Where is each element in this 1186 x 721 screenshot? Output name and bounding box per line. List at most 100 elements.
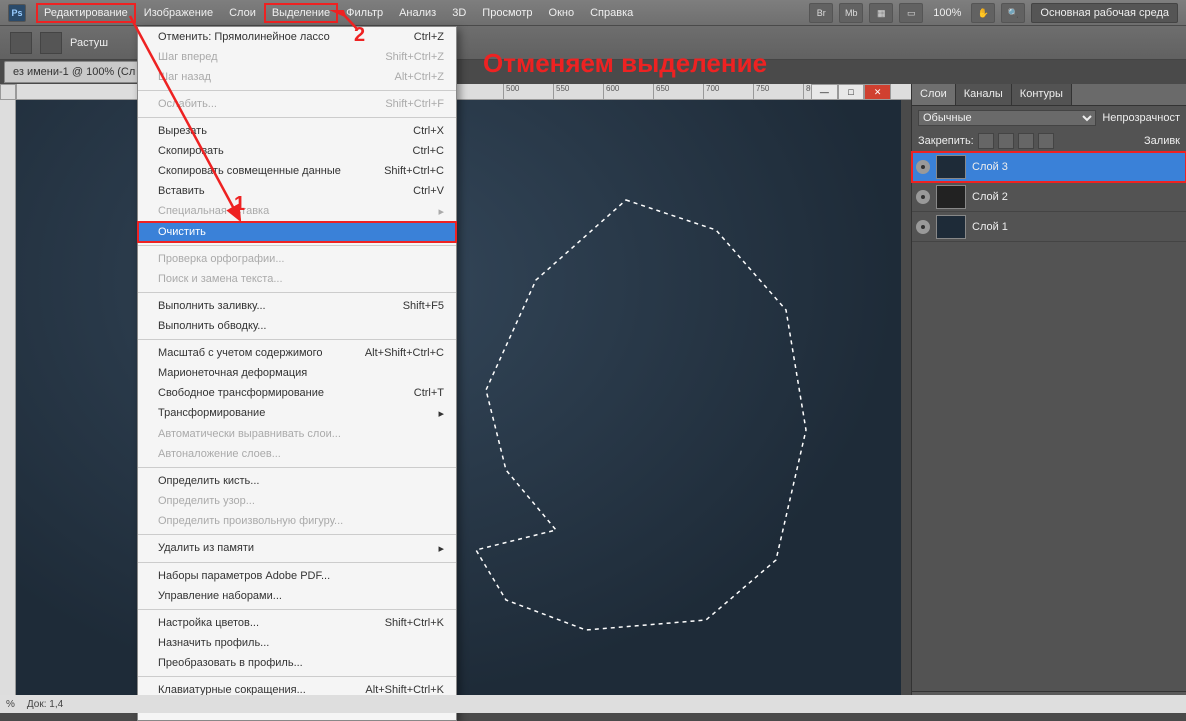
document-tab[interactable]: ез имени-1 @ 100% (Сл bbox=[4, 61, 144, 83]
menu-edit[interactable]: Редактирование bbox=[36, 3, 136, 23]
screenmode-button[interactable]: ▭ bbox=[899, 3, 923, 23]
maximize-button[interactable]: □ bbox=[838, 84, 865, 100]
top-icons: Br Mb ▦ ▭ 100% ✋ 🔍 Основная рабочая сред… bbox=[809, 3, 1178, 23]
bridge-button[interactable]: Br bbox=[809, 3, 833, 23]
menu-item: Определить узор... bbox=[138, 491, 456, 511]
close-button[interactable]: ✕ bbox=[864, 84, 891, 100]
menu-item[interactable]: Определить кисть... bbox=[138, 471, 456, 491]
zoom-icon[interactable]: 🔍 bbox=[1001, 3, 1025, 23]
menu-item[interactable]: Назначить профиль... bbox=[138, 633, 456, 653]
lock-pixels-icon[interactable] bbox=[978, 133, 994, 149]
status-zoom: % bbox=[6, 699, 15, 710]
menu-item[interactable]: Преобразовать в профиль... bbox=[138, 653, 456, 673]
lock-paint-icon[interactable] bbox=[998, 133, 1014, 149]
menu-item[interactable]: Выполнить обводку... bbox=[138, 316, 456, 336]
selection-mode-icon[interactable] bbox=[40, 32, 62, 54]
layer-name: Слой 3 bbox=[972, 161, 1008, 173]
menu-item: Специальная вставка▸ bbox=[138, 201, 456, 222]
menu-3d[interactable]: 3D bbox=[444, 3, 474, 23]
menu-item: Поиск и замена текста... bbox=[138, 269, 456, 289]
tab-paths[interactable]: Контуры bbox=[1012, 84, 1072, 105]
lock-all-icon[interactable] bbox=[1038, 133, 1054, 149]
layer-thumb bbox=[936, 185, 966, 209]
lock-position-icon[interactable] bbox=[1018, 133, 1034, 149]
layer-row[interactable]: Слой 3 bbox=[912, 152, 1186, 182]
ruler-mark: 750 bbox=[753, 84, 803, 99]
ruler-mark: 600 bbox=[603, 84, 653, 99]
fill-label: Заливк bbox=[1144, 135, 1180, 147]
menu-filter[interactable]: Фильтр bbox=[338, 3, 391, 23]
minimize-button[interactable]: — bbox=[811, 84, 838, 100]
ruler-corner bbox=[0, 84, 16, 100]
lock-label: Закрепить: bbox=[918, 135, 974, 147]
menu-item: Проверка орфографии... bbox=[138, 249, 456, 269]
menu-item[interactable]: Наборы параметров Adobe PDF... bbox=[138, 566, 456, 586]
lock-row: Закрепить: Заливк bbox=[912, 130, 1186, 152]
layer-row[interactable]: Слой 1 bbox=[912, 212, 1186, 242]
annotation-number-1: 1 bbox=[234, 193, 245, 216]
menu-item[interactable]: Марионеточная деформация bbox=[138, 363, 456, 383]
edit-menu-dropdown: Отменить: Прямолинейное лассоCtrl+ZШаг в… bbox=[137, 26, 457, 721]
doc-window-controls: — □ ✕ bbox=[811, 84, 891, 100]
menu-image[interactable]: Изображение bbox=[136, 3, 221, 23]
menu-item[interactable]: Скопировать совмещенные данныеShift+Ctrl… bbox=[138, 161, 456, 181]
layer-name: Слой 2 bbox=[972, 191, 1008, 203]
menu-item[interactable]: Трансформирование▸ bbox=[138, 403, 456, 424]
feather-label: Растуш bbox=[70, 37, 108, 49]
menu-item: Ослабить...Shift+Ctrl+F bbox=[138, 94, 456, 114]
status-bar: % Док: 1,4 bbox=[0, 695, 1186, 713]
marquee-selection bbox=[446, 190, 816, 640]
menu-item[interactable]: Настройка цветов...Shift+Ctrl+K bbox=[138, 613, 456, 633]
ruler-mark: 650 bbox=[653, 84, 703, 99]
visibility-icon[interactable] bbox=[916, 160, 930, 174]
app-icon: Ps bbox=[8, 4, 26, 22]
menu-item: Автоматически выравнивать слои... bbox=[138, 424, 456, 444]
opacity-label: Непрозрачност bbox=[1102, 112, 1180, 124]
layer-thumb bbox=[936, 215, 966, 239]
layers-list: Слой 3 Слой 2 Слой 1 bbox=[912, 152, 1186, 242]
menu-item[interactable]: Масштаб с учетом содержимогоAlt+Shift+Ct… bbox=[138, 343, 456, 363]
menu-item: Автоналожение слоев... bbox=[138, 444, 456, 464]
menu-item[interactable]: ВставитьCtrl+V bbox=[138, 181, 456, 201]
blend-mode-select[interactable]: Обычные bbox=[918, 110, 1096, 126]
workspace-switcher[interactable]: Основная рабочая среда bbox=[1031, 3, 1178, 23]
layer-row[interactable]: Слой 2 bbox=[912, 182, 1186, 212]
menu-item[interactable]: Свободное трансформированиеCtrl+T bbox=[138, 383, 456, 403]
minibridge-button[interactable]: Mb bbox=[839, 3, 863, 23]
menu-item[interactable]: Управление наборами... bbox=[138, 586, 456, 606]
menubar: Ps Редактирование Изображение Слои Выдел… bbox=[0, 0, 1186, 26]
layer-thumb bbox=[936, 155, 966, 179]
menu-item[interactable]: СкопироватьCtrl+C bbox=[138, 141, 456, 161]
ruler-mark: 550 bbox=[553, 84, 603, 99]
menu-analysis[interactable]: Анализ bbox=[391, 3, 444, 23]
menu-item[interactable]: Выполнить заливку...Shift+F5 bbox=[138, 296, 456, 316]
panels: Слои Каналы Контуры Обычные Непрозрачнос… bbox=[911, 84, 1186, 713]
annotation-number-2: 2 bbox=[354, 24, 365, 47]
visibility-icon[interactable] bbox=[916, 190, 930, 204]
blend-row: Обычные Непрозрачност bbox=[912, 106, 1186, 130]
lasso-tool-icon[interactable] bbox=[10, 32, 32, 54]
menu-item[interactable]: Очистить bbox=[138, 222, 456, 242]
layer-name: Слой 1 bbox=[972, 221, 1008, 233]
menu-item[interactable]: Удалить из памяти▸ bbox=[138, 538, 456, 559]
ruler-mark: 700 bbox=[703, 84, 753, 99]
menu-item: Шаг впередShift+Ctrl+Z bbox=[138, 47, 456, 67]
menu-select[interactable]: Выделение bbox=[264, 3, 338, 23]
visibility-icon[interactable] bbox=[916, 220, 930, 234]
menu-window[interactable]: Окно bbox=[541, 3, 583, 23]
tab-layers[interactable]: Слои bbox=[912, 84, 956, 105]
menu-item: Определить произвольную фигуру... bbox=[138, 511, 456, 531]
menu-layers[interactable]: Слои bbox=[221, 3, 264, 23]
annotation-text: Отменяем выделение bbox=[483, 48, 767, 79]
zoom-level[interactable]: 100% bbox=[929, 7, 965, 19]
tab-channels[interactable]: Каналы bbox=[956, 84, 1012, 105]
arrange-button[interactable]: ▦ bbox=[869, 3, 893, 23]
menu-view[interactable]: Просмотр bbox=[474, 3, 540, 23]
ruler-mark: 500 bbox=[503, 84, 553, 99]
status-doc: Док: 1,4 bbox=[27, 699, 63, 710]
menu-item[interactable]: ВырезатьCtrl+X bbox=[138, 121, 456, 141]
menu-help[interactable]: Справка bbox=[582, 3, 641, 23]
ruler-vertical bbox=[0, 100, 16, 713]
hand-icon[interactable]: ✋ bbox=[971, 3, 995, 23]
menu-item[interactable]: Отменить: Прямолинейное лассоCtrl+Z bbox=[138, 27, 456, 47]
